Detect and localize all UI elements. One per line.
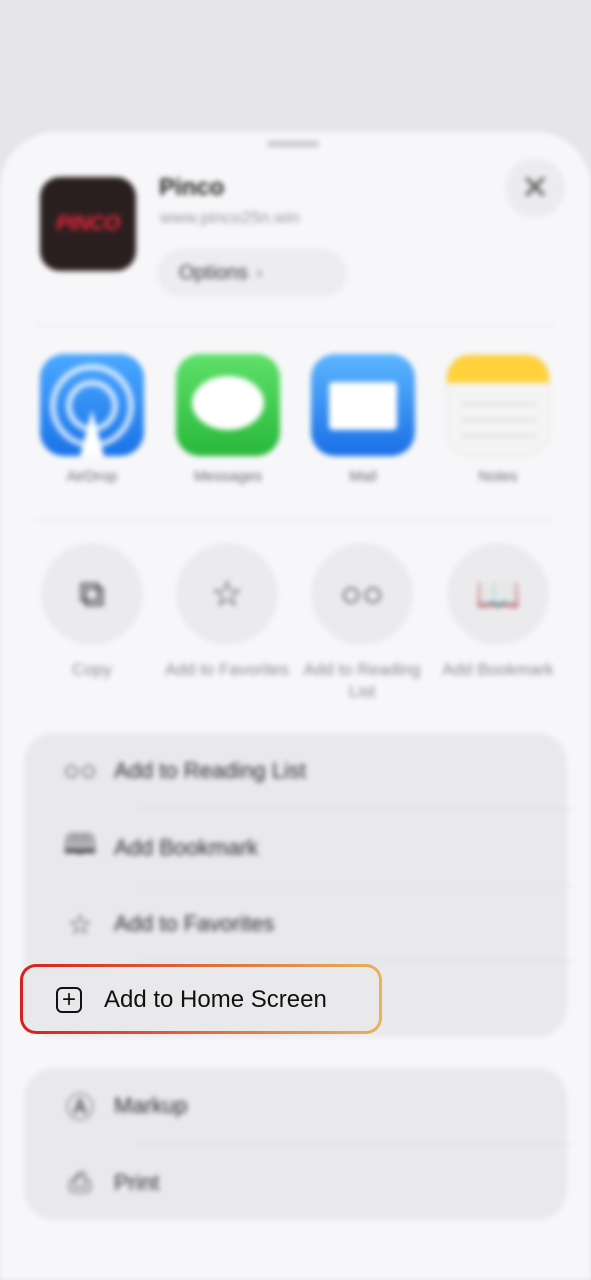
- messages-icon: [176, 354, 280, 456]
- row-label: Add to Favorites: [114, 911, 275, 936]
- row-add-to-home-screen[interactable]: + Add to Home Screen: [56, 970, 327, 1030]
- glasses-icon: ○○: [63, 755, 97, 786]
- divider: [36, 519, 555, 520]
- share-messages[interactable]: Messages: [173, 354, 283, 485]
- secondary-list-group: Ⓐ Markup ⎙ Print: [24, 1068, 574, 1221]
- action-copy[interactable]: ⧉ Copy: [27, 543, 157, 681]
- row-label: Add Bookmark: [114, 835, 259, 860]
- share-label-mail: Mail: [349, 468, 377, 485]
- notes-icon: [446, 354, 550, 456]
- row-markup[interactable]: Ⓐ Markup: [24, 1068, 567, 1144]
- book-icon: 📖: [447, 543, 549, 645]
- row-label: Add to Reading List: [114, 758, 307, 783]
- app-icon: PINCO: [40, 177, 136, 271]
- copy-icon: ⧉: [41, 543, 143, 645]
- row-divider: [136, 961, 574, 962]
- plus-square-icon: +: [56, 987, 82, 1013]
- star-icon: ☆: [176, 543, 278, 645]
- close-icon: ✕: [520, 169, 550, 207]
- share-label-notes: Notes: [478, 468, 518, 485]
- action-label-favorites: Add to Favorites: [165, 660, 289, 679]
- star-icon: ☆: [67, 908, 93, 940]
- row-add-bookmark[interactable]: 🕮 Add Bookmark: [24, 810, 567, 886]
- row-add-favorites[interactable]: ☆ Add to Favorites: [24, 886, 567, 962]
- row-label-add-to-home-screen: Add to Home Screen: [104, 986, 327, 1013]
- options-button[interactable]: Options ›: [157, 249, 347, 297]
- close-button[interactable]: ✕: [505, 158, 565, 218]
- action-label-reading-list: Add to Reading List: [303, 660, 421, 701]
- action-label-copy: Copy: [72, 660, 112, 679]
- mail-icon: [311, 354, 415, 456]
- sheet-grabber[interactable]: [267, 141, 319, 147]
- options-label: Options: [179, 261, 248, 284]
- row-add-reading-list[interactable]: ○○ Add to Reading List: [24, 733, 567, 809]
- book-icon: 🕮: [63, 829, 97, 860]
- share-notes[interactable]: Notes: [443, 354, 553, 485]
- markup-icon: Ⓐ: [65, 1092, 94, 1123]
- action-add-bookmark[interactable]: 📖 Add Bookmark: [433, 543, 563, 681]
- share-mail[interactable]: Mail: [308, 354, 418, 485]
- app-name: Pinco: [159, 174, 225, 201]
- action-add-reading-list[interactable]: ○○ Add to Reading List: [297, 543, 427, 703]
- action-add-favorites[interactable]: ☆ Add to Favorites: [162, 543, 292, 681]
- app-logo: PINCO: [55, 212, 121, 235]
- row-label: Markup: [114, 1093, 188, 1118]
- divider: [36, 325, 555, 326]
- glasses-icon: ○○: [311, 543, 413, 645]
- chevron-right-icon: ›: [255, 261, 263, 284]
- app-url: www.pinco25n.win: [160, 208, 300, 227]
- row-print[interactable]: ⎙ Print: [24, 1145, 567, 1221]
- share-airdrop[interactable]: AirDrop: [37, 354, 147, 485]
- row-label: Print: [114, 1170, 160, 1195]
- share-label-airdrop: AirDrop: [66, 468, 118, 485]
- airdrop-icon: [40, 354, 144, 456]
- share-label-messages: Messages: [193, 468, 263, 485]
- action-label-bookmark: Add Bookmark: [442, 660, 554, 679]
- printer-icon: ⎙: [68, 1166, 92, 1198]
